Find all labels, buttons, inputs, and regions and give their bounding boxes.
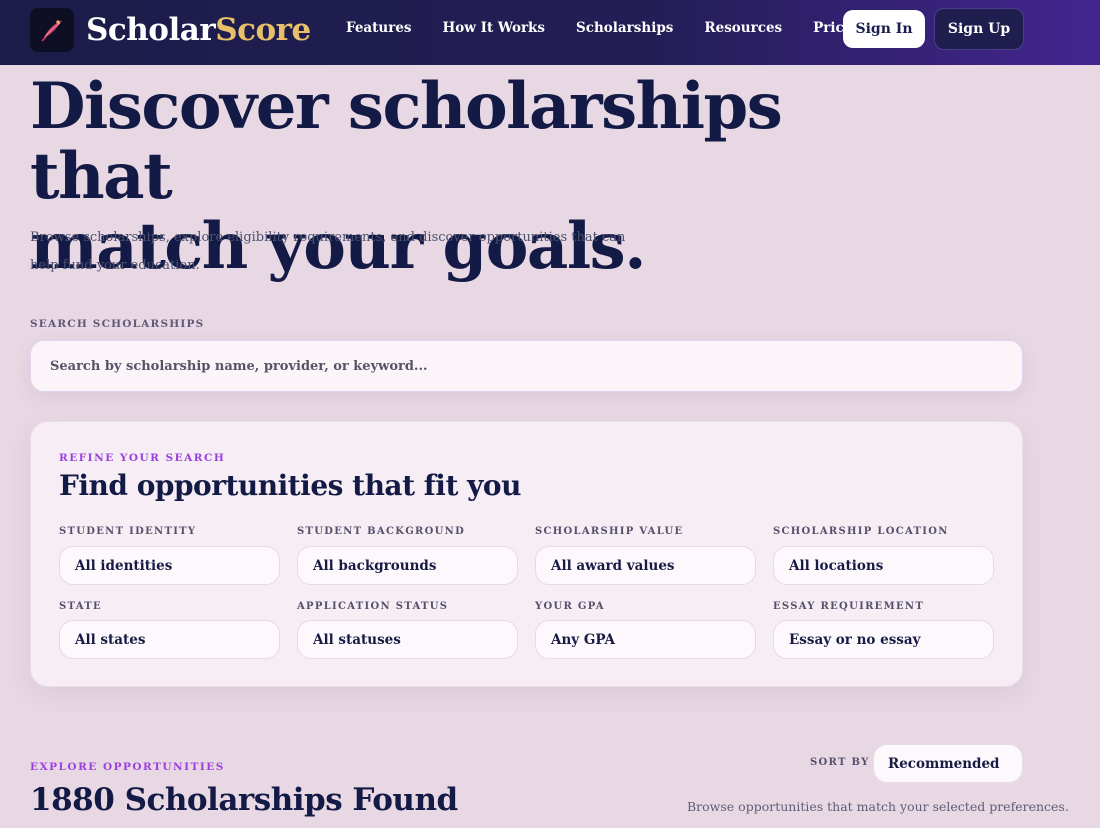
brand-name-part2: Score	[215, 12, 311, 48]
filter-label-application-status: APPLICATION STATUS	[297, 601, 449, 612]
sign-up-button[interactable]: Sign Up	[934, 8, 1024, 50]
sort-label: SORT BY	[810, 757, 870, 768]
results-subtitle: Browse opportunities that match your sel…	[687, 799, 1069, 814]
nav-link-features[interactable]: Features	[346, 20, 412, 36]
search-input[interactable]	[30, 340, 1023, 392]
sort-select[interactable]: Recommended	[873, 744, 1023, 783]
filter-select-student-background[interactable]: All backgrounds	[297, 546, 518, 585]
filter-label-student-background: STUDENT BACKGROUND	[297, 526, 466, 537]
filter-select-gpa[interactable]: Any GPA	[535, 620, 756, 659]
filter-label-scholarship-value: SCHOLARSHIP VALUE	[535, 526, 684, 537]
filter-label-student-identity: STUDENT IDENTITY	[59, 526, 197, 537]
filter-select-scholarship-location[interactable]: All locations	[773, 546, 994, 585]
brand-name-part1: Scholar	[86, 12, 216, 48]
nav-link-scholarships[interactable]: Scholarships	[576, 20, 673, 36]
filter-eyebrow: REFINE YOUR SEARCH	[59, 452, 226, 464]
filter-select-essay-requirement[interactable]: Essay or no essay	[773, 620, 994, 659]
filter-select-application-status[interactable]: All statuses	[297, 620, 518, 659]
sign-in-button[interactable]: Sign In	[843, 10, 925, 48]
quill-logo-icon[interactable]	[30, 8, 74, 52]
top-navbar: ScholarScore Features How It Works Schol…	[0, 0, 1100, 65]
filter-label-gpa: YOUR GPA	[535, 601, 605, 612]
nav-links: Features How It Works Scholarships Resou…	[346, 20, 899, 36]
filter-select-student-identity[interactable]: All identities	[59, 546, 280, 585]
nav-link-how-it-works[interactable]: How It Works	[443, 20, 545, 36]
hero-subtitle: Browse scholarships, explore eligibility…	[30, 230, 626, 273]
filter-label-scholarship-location: SCHOLARSHIP LOCATION	[773, 526, 949, 537]
filter-label-essay-requirement: ESSAY REQUIREMENT	[773, 601, 925, 612]
filter-title: Find opportunities that fit you	[59, 469, 521, 502]
filter-select-scholarship-value[interactable]: All award values	[535, 546, 756, 585]
results-count-title: 1880 Scholarships Found	[30, 782, 458, 818]
filter-panel: REFINE YOUR SEARCH Find opportunities th…	[30, 421, 1023, 687]
results-eyebrow: EXPLORE OPPORTUNITIES	[30, 761, 225, 773]
search-label: SEARCH SCHOLARSHIPS	[30, 318, 205, 330]
brand-name[interactable]: ScholarScore	[86, 12, 311, 48]
nav-link-resources[interactable]: Resources	[704, 20, 782, 36]
filter-select-state[interactable]: All states	[59, 620, 280, 659]
filter-label-state: STATE	[59, 601, 102, 612]
page-title-line1: Discover scholarships that	[30, 69, 783, 214]
